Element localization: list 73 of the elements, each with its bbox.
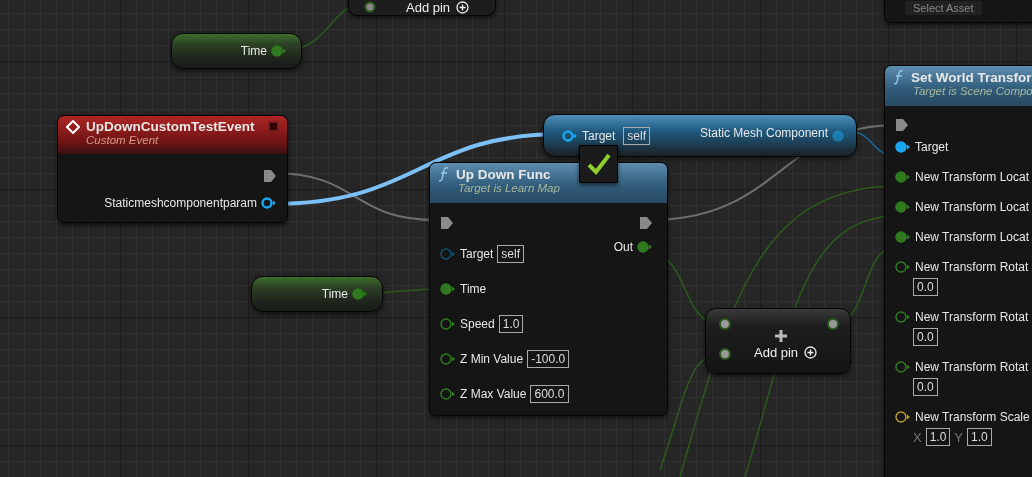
pin-label: New Transform Locat [915, 170, 1030, 184]
plus-circle-icon [804, 346, 818, 359]
pin-icon[interactable] [440, 352, 456, 365]
pin-label: New Transform Rotat [915, 260, 1029, 274]
diamond-icon [66, 119, 80, 134]
axis-label: X [913, 429, 922, 445]
pin-icon[interactable] [261, 196, 277, 209]
square-icon [268, 121, 279, 132]
add-pin-button[interactable]: Add pin [406, 0, 470, 15]
pin-label: New Transform Locat [915, 200, 1030, 214]
pin-icon[interactable] [271, 45, 287, 57]
pin-label: Speed [460, 316, 495, 331]
value-field[interactable]: 1.0 [967, 428, 992, 446]
pin-icon[interactable] [718, 347, 732, 361]
pin-label: Z Min Value [460, 351, 524, 366]
pin-icon[interactable] [440, 317, 456, 330]
value-field[interactable]: self [497, 244, 525, 263]
pin-icon[interactable] [637, 241, 653, 253]
pin-icon[interactable] [895, 361, 911, 373]
pin-label: Target [915, 140, 949, 154]
exec-pin-icon[interactable] [440, 215, 454, 230]
value-field[interactable]: 0.0 [913, 328, 938, 346]
exec-pin-icon[interactable] [895, 118, 909, 132]
pin-label: Static Mesh Component [699, 125, 828, 142]
value-field[interactable]: 1.0 [925, 428, 951, 446]
value-field[interactable]: 1.0 [498, 314, 524, 333]
pin-icon[interactable] [895, 261, 911, 273]
pin-label: Out [613, 240, 633, 254]
pin-label: New Transform Rotat [915, 310, 1029, 324]
add-pin-button[interactable]: Add pin [754, 345, 818, 360]
pin-icon[interactable] [364, 1, 376, 13]
pin-icon[interactable] [895, 231, 911, 243]
node-subtitle: Custom Event [85, 134, 160, 146]
node-subtitle: Target is Learn Map [457, 182, 561, 194]
pin-label: New Transform Locat [915, 230, 1030, 244]
function-icon [893, 69, 905, 85]
pin-label: Staticmeshcomponentparam [104, 195, 257, 210]
node-title: Set World Transfor [911, 69, 1032, 85]
pin-label: New Transform Scale [915, 410, 1030, 424]
value-field[interactable]: 600.0 [530, 384, 569, 403]
pin-icon[interactable] [895, 201, 911, 213]
pin-icon[interactable] [895, 171, 911, 183]
variable-label: Time [321, 287, 348, 301]
pin-label: Target [460, 246, 494, 261]
node-subtitle: Target is Scene Compo [912, 85, 1032, 97]
node-title: Up Down Func [456, 166, 551, 182]
pin-icon[interactable] [895, 311, 911, 323]
node-title: UpDownCustomTestEvent [86, 119, 255, 134]
value-field[interactable]: 0.0 [913, 378, 938, 396]
value-field[interactable]: 0.0 [913, 278, 938, 296]
exec-pin-icon[interactable] [263, 168, 277, 183]
variable-label: Time [240, 44, 267, 58]
pin-icon[interactable] [440, 387, 456, 400]
pin-label: New Transform Rotat [915, 360, 1029, 374]
pin-label: Time [460, 281, 487, 296]
plus-circle-icon [456, 0, 470, 14]
value-field[interactable]: -100.0 [527, 349, 570, 368]
pin-label: Target [582, 128, 616, 143]
pin-icon[interactable] [562, 129, 578, 142]
axis-label: Y [954, 429, 964, 445]
exec-pin-icon[interactable] [639, 215, 653, 230]
function-icon [438, 166, 450, 182]
pin-icon[interactable] [826, 317, 840, 331]
value-field[interactable]: self [623, 126, 651, 145]
pin-label: Z Max Value [460, 386, 527, 401]
checkmark-icon [585, 152, 612, 176]
pin-icon[interactable] [352, 288, 368, 300]
pin-icon[interactable] [718, 317, 732, 331]
pin-icon[interactable] [895, 141, 911, 153]
pin-icon[interactable] [895, 411, 911, 423]
plus-icon [774, 329, 788, 343]
asset-dropdown[interactable]: Select Asset [905, 1, 982, 15]
pin-icon[interactable] [440, 282, 456, 295]
